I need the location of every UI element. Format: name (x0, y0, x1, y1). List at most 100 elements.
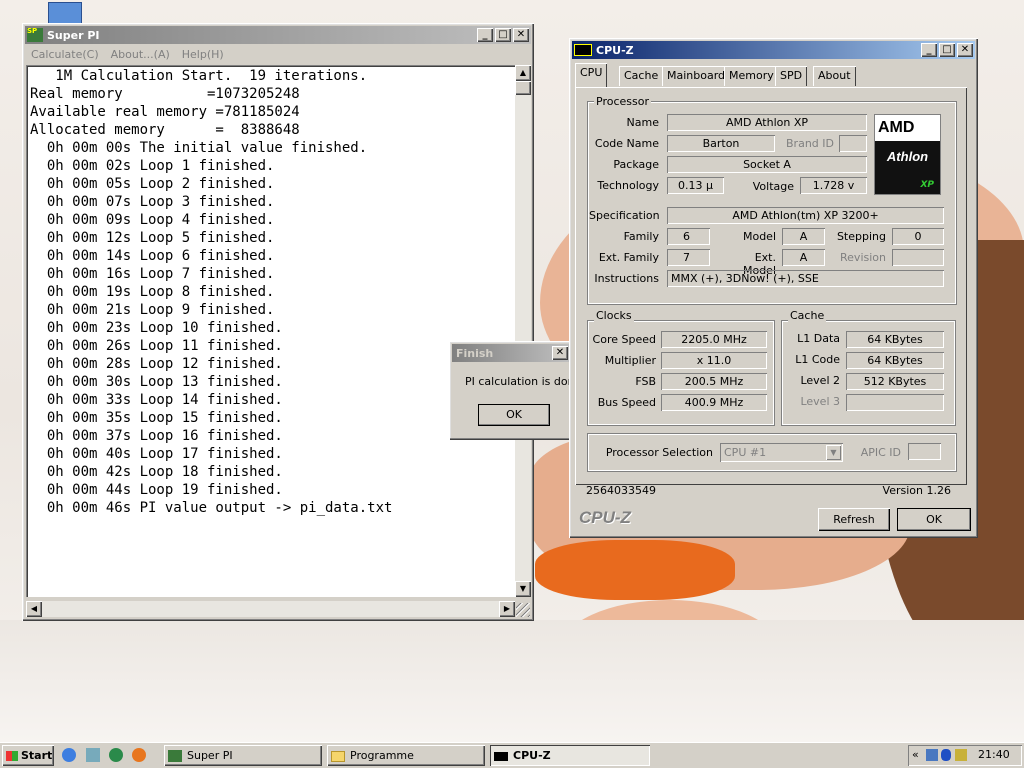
cpuz-title: CPU-Z (596, 43, 634, 57)
menu-about[interactable]: About...(A) (105, 48, 176, 61)
resize-grip[interactable] (516, 603, 530, 617)
tab-cache[interactable]: Cache (619, 66, 664, 86)
package-label: Package (613, 158, 659, 171)
amd-athlon-xp-logo: AMD Athlon XP (874, 114, 941, 195)
stepping-label: Stepping (836, 230, 886, 243)
tab-spd[interactable]: SPD (775, 66, 808, 86)
tab-about[interactable]: About (813, 66, 856, 86)
tray-network-icon[interactable] (926, 749, 938, 761)
finish-titlebar[interactable]: Finish ✕ (452, 344, 570, 362)
cpuz-ok-button[interactable]: OK (897, 508, 971, 531)
bus-speed-value: 400.9 MHz (661, 394, 767, 411)
superpi-task-icon (168, 750, 182, 762)
finish-dialog: Finish ✕ PI calculation is done OK (449, 341, 581, 440)
scroll-right-button[interactable]: ▶ (499, 601, 515, 617)
processor-selection-label: Processor Selection (605, 446, 713, 459)
superpi-titlebar[interactable]: SP Super PI _ □ ✕ (25, 26, 531, 44)
quicklaunch-ie-icon[interactable] (62, 748, 76, 762)
family-label: Family (623, 230, 659, 243)
taskbar-item-programme[interactable]: Programme (327, 745, 485, 766)
processor-group-label: Processor (594, 95, 651, 108)
console-line: 0h 00m 19s Loop 8 finished. (30, 284, 275, 300)
fsb-value: 200.5 MHz (661, 373, 767, 390)
quicklaunch-desktop-icon[interactable] (86, 748, 100, 762)
cpuz-close-button[interactable]: ✕ (957, 43, 973, 57)
console-line: 0h 00m 33s Loop 14 finished. (30, 392, 283, 408)
cpuz-titlebar[interactable]: CPU-Z _ □ ✕ (572, 41, 975, 59)
serial-number: 2564033549 (586, 484, 656, 497)
version-text: Version 1.26 (882, 484, 951, 497)
revision-label: Revision (840, 251, 886, 264)
menu-calculate[interactable]: Calculate(C) (25, 48, 105, 61)
model-value: A (782, 228, 825, 245)
multiplier-value: x 11.0 (661, 352, 767, 369)
folder-icon (331, 750, 345, 762)
start-button[interactable]: Start (2, 745, 54, 766)
level2-label: Level 2 (800, 374, 840, 387)
bluetooth-icon[interactable] (941, 749, 951, 761)
taskbar-item-programme-label: Programme (350, 749, 414, 762)
technology-value: 0.13 µ (667, 177, 724, 194)
console-line: 0h 00m 44s Loop 19 finished. (30, 482, 283, 498)
processor-selection-dropdown[interactable]: CPU #1 ▼ (720, 443, 843, 462)
wallpaper-bikini (535, 540, 735, 600)
l1-data-label: L1 Data (797, 332, 840, 345)
cpuz-window: CPU-Z _ □ ✕ CPU Cache Mainboard Memory S… (569, 38, 978, 538)
cpuz-minimize-button[interactable]: _ (921, 43, 937, 57)
my-computer-icon[interactable] (48, 2, 82, 24)
maximize-button[interactable]: □ (495, 28, 511, 42)
windows-logo-icon (6, 751, 18, 761)
scroll-down-button[interactable]: ▼ (515, 581, 531, 597)
quicklaunch-firefox-icon[interactable] (132, 748, 146, 762)
taskbar-item-superpi[interactable]: Super PI (164, 745, 322, 766)
athlon-logo-panel: Athlon XP (875, 141, 940, 194)
scroll-left-button[interactable]: ◀ (26, 601, 42, 617)
console-line: 0h 00m 00s The initial value finished. (30, 140, 368, 156)
console-line: 0h 00m 09s Loop 4 finished. (30, 212, 275, 228)
vertical-scrollbar[interactable]: ▲ ▼ (515, 65, 531, 597)
tab-memory[interactable]: Memory (724, 66, 779, 86)
console-line: 0h 00m 26s Loop 11 finished. (30, 338, 283, 354)
level3-value (846, 394, 944, 411)
finish-ok-button[interactable]: OK (478, 404, 550, 426)
console-line: 0h 00m 07s Loop 3 finished. (30, 194, 275, 210)
console-line: 0h 00m 16s Loop 7 finished. (30, 266, 275, 282)
horizontal-scrollbar[interactable]: ◀ ▶ (26, 601, 515, 617)
superpi-menubar: Calculate(C) About...(A) Help(H) (25, 45, 531, 63)
console-line: Available real memory =781185024 (30, 104, 300, 120)
cpuz-maximize-button[interactable]: □ (939, 43, 955, 57)
tray-clock[interactable]: 21:40 (978, 748, 1010, 761)
scroll-thumb[interactable] (515, 81, 531, 95)
chevron-down-icon[interactable]: ▼ (826, 445, 841, 460)
ext-family-label: Ext. Family (598, 251, 659, 264)
console-line: 0h 00m 42s Loop 18 finished. (30, 464, 283, 480)
console-line: Real memory =1073205248 (30, 86, 300, 102)
taskbar-item-cpuz[interactable]: CPU-Z (490, 745, 650, 766)
fsb-label: FSB (635, 375, 656, 388)
scroll-up-button[interactable]: ▲ (515, 65, 531, 81)
superpi-title: Super PI (47, 28, 100, 42)
model-label: Model (742, 230, 776, 243)
console-line: 0h 00m 35s Loop 15 finished. (30, 410, 283, 426)
specification-label: Specification (589, 209, 660, 222)
tab-cpu[interactable]: CPU (575, 63, 608, 87)
superpi-output: 1M Calculation Start. 19 iterations. Real… (26, 65, 515, 597)
console-line: 1M Calculation Start. 19 iterations. (30, 68, 368, 84)
console-line: 0h 00m 23s Loop 10 finished. (30, 320, 283, 336)
multiplier-label: Multiplier (604, 354, 656, 367)
refresh-button[interactable]: Refresh (818, 508, 890, 531)
close-button[interactable]: ✕ (513, 28, 529, 42)
finish-close-button[interactable]: ✕ (552, 346, 568, 360)
tray-expand-icon[interactable]: « (912, 748, 919, 761)
superpi-window: SP Super PI _ □ ✕ Calculate(C) About...(… (22, 23, 534, 621)
menu-help[interactable]: Help(H) (176, 48, 230, 61)
quicklaunch-globe-icon[interactable] (109, 748, 123, 762)
tab-mainboard[interactable]: Mainboard (662, 66, 731, 86)
level3-label: Level 3 (800, 395, 840, 408)
start-label: Start (21, 749, 53, 762)
brandid-label: Brand ID (786, 137, 834, 150)
tray-volume-icon[interactable] (955, 749, 967, 761)
technology-label: Technology (597, 179, 659, 192)
console-line: 0h 00m 02s Loop 1 finished. (30, 158, 275, 174)
minimize-button[interactable]: _ (477, 28, 493, 42)
